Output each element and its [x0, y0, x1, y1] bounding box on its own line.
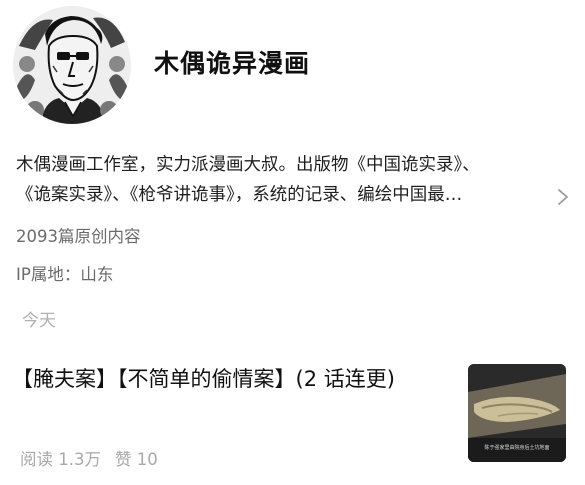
bio-line-1: 木偶漫画工作室，实力派漫画大叔。出版物《中国诡实录》、 [16, 155, 480, 175]
bio-line-2: 《诡案实录》、《枪爷讲诡事》，系统的记录、编绘中国最… [16, 185, 463, 205]
read-count: 阅读 1.3万 [20, 450, 101, 469]
like-count: 赞 10 [115, 450, 158, 469]
ip-location: IP属地：山东 [16, 265, 114, 284]
date-label: 今天 [22, 311, 56, 331]
avatar-portrait-icon [13, 6, 131, 124]
account-name: 木偶诡异漫画 [154, 49, 311, 78]
bio[interactable]: 木偶漫画工作室，实力派漫画大叔。出版物《中国诡实录》、 《诡案实录》、《枪爷讲诡… [16, 150, 546, 210]
profile-page: 木偶诡异漫画 木偶漫画工作室，实力派漫画大叔。出版物《中国诡实录》、 《诡案实录… [0, 0, 585, 485]
article-item[interactable]: 【腌夫案】【不简单的偷情案】(2 话连更) 阅读 1.3万赞 10 陈于强家里由… [0, 352, 585, 472]
original-count: 2093篇原创内容 [16, 227, 141, 246]
thumbnail-image: 陈于强家里由院身后土坑地面 [468, 364, 566, 462]
article-thumbnail[interactable]: 陈于强家里由院身后土坑地面 [468, 364, 566, 462]
avatar[interactable] [13, 6, 131, 124]
article-meta: 阅读 1.3万赞 10 [20, 446, 158, 470]
article-title[interactable]: 【腌夫案】【不简单的偷情案】(2 话连更) [12, 362, 442, 396]
chevron-right-icon[interactable] [556, 187, 570, 207]
thumbnail-caption: 陈于强家里由院身后土坑地面 [484, 444, 549, 451]
